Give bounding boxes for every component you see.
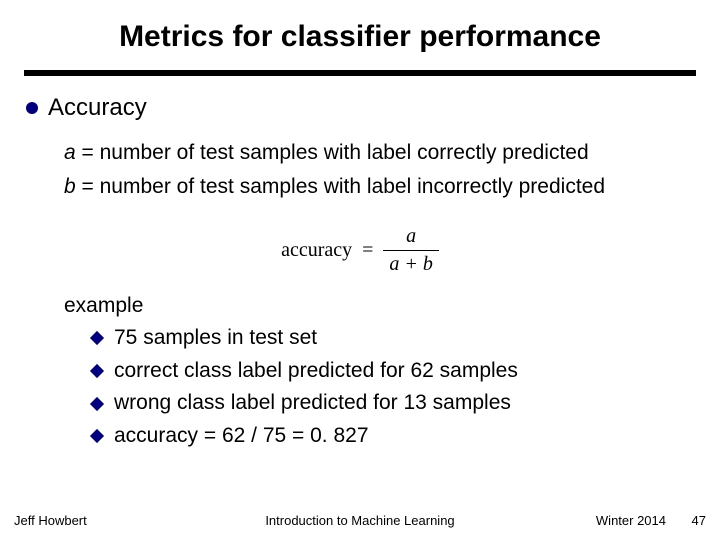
formula-lhs: accuracy bbox=[281, 239, 352, 262]
fraction-den: a + b bbox=[383, 250, 439, 276]
def-b-text: = number of test samples with label inco… bbox=[76, 175, 605, 198]
definition-a: a = number of test samples with label co… bbox=[64, 136, 696, 170]
def-a-text: = number of test samples with label corr… bbox=[76, 141, 589, 164]
list-item: 75 samples in test set bbox=[92, 322, 696, 355]
example-block: example 75 samples in test set correct c… bbox=[64, 294, 696, 452]
footer: Jeff Howbert Introduction to Machine Lea… bbox=[0, 513, 720, 528]
fraction: a a + b bbox=[383, 225, 439, 276]
example-list: 75 samples in test set correct class lab… bbox=[92, 322, 696, 452]
bullet-text: Accuracy bbox=[48, 94, 147, 122]
list-item-text: 75 samples in test set bbox=[114, 322, 317, 355]
diamond-icon bbox=[90, 429, 104, 443]
definitions: a = number of test samples with label co… bbox=[64, 136, 696, 203]
list-item: correct class label predicted for 62 sam… bbox=[92, 355, 696, 388]
bullet-accuracy: Accuracy bbox=[26, 94, 696, 122]
list-item-text: accuracy = 62 / 75 = 0. 827 bbox=[114, 420, 369, 453]
footer-author: Jeff Howbert bbox=[14, 513, 174, 528]
footer-page: 47 bbox=[666, 513, 706, 528]
example-heading: example bbox=[64, 294, 696, 318]
definition-b: b = number of test samples with label in… bbox=[64, 170, 696, 204]
accuracy-formula: accuracy = a a + b bbox=[260, 225, 460, 276]
slide: Metrics for classifier performance Accur… bbox=[0, 0, 720, 540]
equals-sign: = bbox=[362, 239, 373, 262]
slide-title: Metrics for classifier performance bbox=[24, 20, 696, 54]
list-item-text: correct class label predicted for 62 sam… bbox=[114, 355, 518, 388]
title-rule bbox=[24, 70, 696, 76]
diamond-icon bbox=[90, 396, 104, 410]
list-item: accuracy = 62 / 75 = 0. 827 bbox=[92, 420, 696, 453]
var-b: b bbox=[64, 175, 76, 198]
var-a: a bbox=[64, 141, 76, 164]
fraction-num: a bbox=[400, 225, 422, 250]
disc-icon bbox=[26, 102, 38, 114]
diamond-icon bbox=[90, 331, 104, 345]
list-item: wrong class label predicted for 13 sampl… bbox=[92, 387, 696, 420]
list-item-text: wrong class label predicted for 13 sampl… bbox=[114, 387, 511, 420]
diamond-icon bbox=[90, 364, 104, 378]
footer-course: Introduction to Machine Learning bbox=[174, 513, 546, 528]
footer-term: Winter 2014 bbox=[546, 513, 666, 528]
